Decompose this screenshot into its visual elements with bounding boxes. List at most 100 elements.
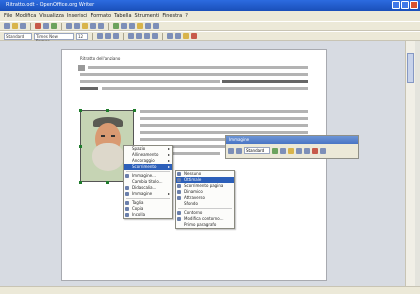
menu-view[interactable]: Visualizza <box>39 11 64 21</box>
wrap-page-icon <box>177 184 181 188</box>
context-item-image[interactable]: Immagine ▸ <box>124 191 172 197</box>
cut-icon[interactable] <box>66 23 72 29</box>
new-document-icon[interactable] <box>4 23 10 29</box>
help-icon[interactable] <box>153 23 159 29</box>
image-icon <box>125 192 129 196</box>
wrap-dynamic-icon <box>177 190 181 194</box>
document-heading: Ritratto dell'anziano <box>80 56 121 61</box>
wrap-through-icon <box>177 196 181 200</box>
justify-icon[interactable] <box>152 33 158 39</box>
undo-icon[interactable] <box>90 23 96 29</box>
edit-contour-icon <box>177 217 181 221</box>
align-left-icon[interactable] <box>128 33 134 39</box>
toolbar-separator <box>108 22 109 30</box>
resize-handle[interactable] <box>106 109 109 112</box>
save-icon[interactable] <box>20 23 26 29</box>
text-line <box>88 66 308 69</box>
copy-icon <box>125 207 129 211</box>
toolbar-separator <box>123 32 124 40</box>
resize-handle[interactable] <box>133 109 136 112</box>
close-button[interactable] <box>410 1 418 9</box>
menu-tools[interactable]: Strumenti <box>135 11 160 21</box>
resize-handle[interactable] <box>79 145 82 148</box>
resize-handle[interactable] <box>79 181 82 184</box>
menu-file[interactable]: File <box>4 11 12 21</box>
underline-icon[interactable] <box>113 33 119 39</box>
redo-icon[interactable] <box>98 23 104 29</box>
zoom-icon[interactable] <box>145 23 151 29</box>
align-center-icon[interactable] <box>136 33 142 39</box>
bold-icon[interactable] <box>97 33 103 39</box>
menu-format[interactable]: Formato <box>90 11 111 21</box>
wrap-item-background[interactable]: Sfondo <box>176 201 234 207</box>
menu-table[interactable]: Tabella <box>114 11 131 21</box>
toolbar-separator <box>162 32 163 40</box>
bold-names-text <box>222 80 308 83</box>
wrap-optimal-icon <box>177 178 181 182</box>
paragraph-style-select[interactable]: Standard <box>4 32 32 40</box>
hyperlink-icon[interactable] <box>113 23 119 29</box>
context-menu: Spazio ▸ Allineamento ▸ Ancoraggio ▸ Scorri… <box>123 145 173 219</box>
print-icon[interactable] <box>43 23 49 29</box>
image-toolbar: Immagine Standard <box>225 135 359 159</box>
resize-handle[interactable] <box>106 181 109 184</box>
menu-insert[interactable]: Inserisci <box>67 11 88 21</box>
wrap-item-first-paragraph[interactable]: Primo paragrafo <box>176 222 234 228</box>
color-icon[interactable] <box>272 147 278 154</box>
align-right-icon[interactable] <box>144 33 150 39</box>
caption-icon <box>125 186 129 190</box>
menu-help[interactable]: ? <box>185 11 188 21</box>
filter-icon[interactable] <box>228 147 234 154</box>
document-workarea[interactable]: Ritratto dell'anziano <box>0 41 405 286</box>
text-line <box>140 110 308 113</box>
contour-icon <box>177 211 181 215</box>
document-page[interactable]: Ritratto dell'anziano <box>61 49 327 281</box>
portrait-eye <box>101 135 105 137</box>
image-properties-icon[interactable] <box>320 147 326 154</box>
draw-icon[interactable] <box>129 23 135 29</box>
text-line <box>140 131 308 134</box>
maximize-button[interactable] <box>401 1 409 9</box>
open-folder-icon[interactable] <box>12 23 18 29</box>
filter-dropdown-icon[interactable] <box>236 147 242 154</box>
paste-icon[interactable] <box>82 23 88 29</box>
navigator-icon[interactable] <box>137 23 143 29</box>
context-item-paste[interactable]: Incolla <box>124 212 172 218</box>
menu-edit[interactable]: Modifica <box>15 11 36 21</box>
copy-icon[interactable] <box>74 23 80 29</box>
wrap-none-icon <box>177 172 181 176</box>
table-icon[interactable] <box>121 23 127 29</box>
font-color-icon[interactable] <box>183 33 189 39</box>
resize-handle[interactable] <box>79 109 82 112</box>
minimize-button[interactable] <box>392 1 400 9</box>
image-toolbar-row: Standard <box>226 144 358 157</box>
bullets-icon[interactable] <box>175 33 181 39</box>
font-size-select[interactable]: 12 <box>76 32 88 40</box>
menu-separator <box>178 208 232 209</box>
context-item-wrap[interactable]: Scorrimento ▸ <box>124 164 172 170</box>
scrollbar-thumb[interactable] <box>407 53 414 83</box>
transparency-icon[interactable] <box>280 147 286 154</box>
text-line <box>102 87 308 90</box>
highlight-icon[interactable] <box>191 33 197 39</box>
frame-properties-icon[interactable] <box>312 147 318 154</box>
flip-horizontal-icon[interactable] <box>296 147 302 154</box>
crop-icon[interactable] <box>304 147 310 154</box>
formatting-toolbar: Standard Times New Roman 12 <box>0 31 420 44</box>
text-line <box>80 80 220 83</box>
cut-icon <box>125 201 129 205</box>
graphics-mode-select[interactable]: Standard <box>244 147 270 154</box>
window-title: Ritratto.odt - OpenOffice.org Writer <box>6 2 95 8</box>
spellcheck-icon[interactable] <box>51 23 57 29</box>
menu-window[interactable]: Finestra <box>162 11 182 21</box>
flip-vertical-icon[interactable] <box>288 147 294 154</box>
vertical-scrollbar[interactable] <box>405 41 415 286</box>
numbering-icon[interactable] <box>167 33 173 39</box>
image-toolbar-title[interactable]: Immagine <box>226 136 358 144</box>
text-line <box>80 73 308 76</box>
italic-icon[interactable] <box>105 33 111 39</box>
text-line <box>140 117 308 120</box>
bold-names-text <box>80 87 98 90</box>
pdf-export-icon[interactable] <box>35 23 41 29</box>
font-name-select[interactable]: Times New Roman <box>34 32 74 44</box>
